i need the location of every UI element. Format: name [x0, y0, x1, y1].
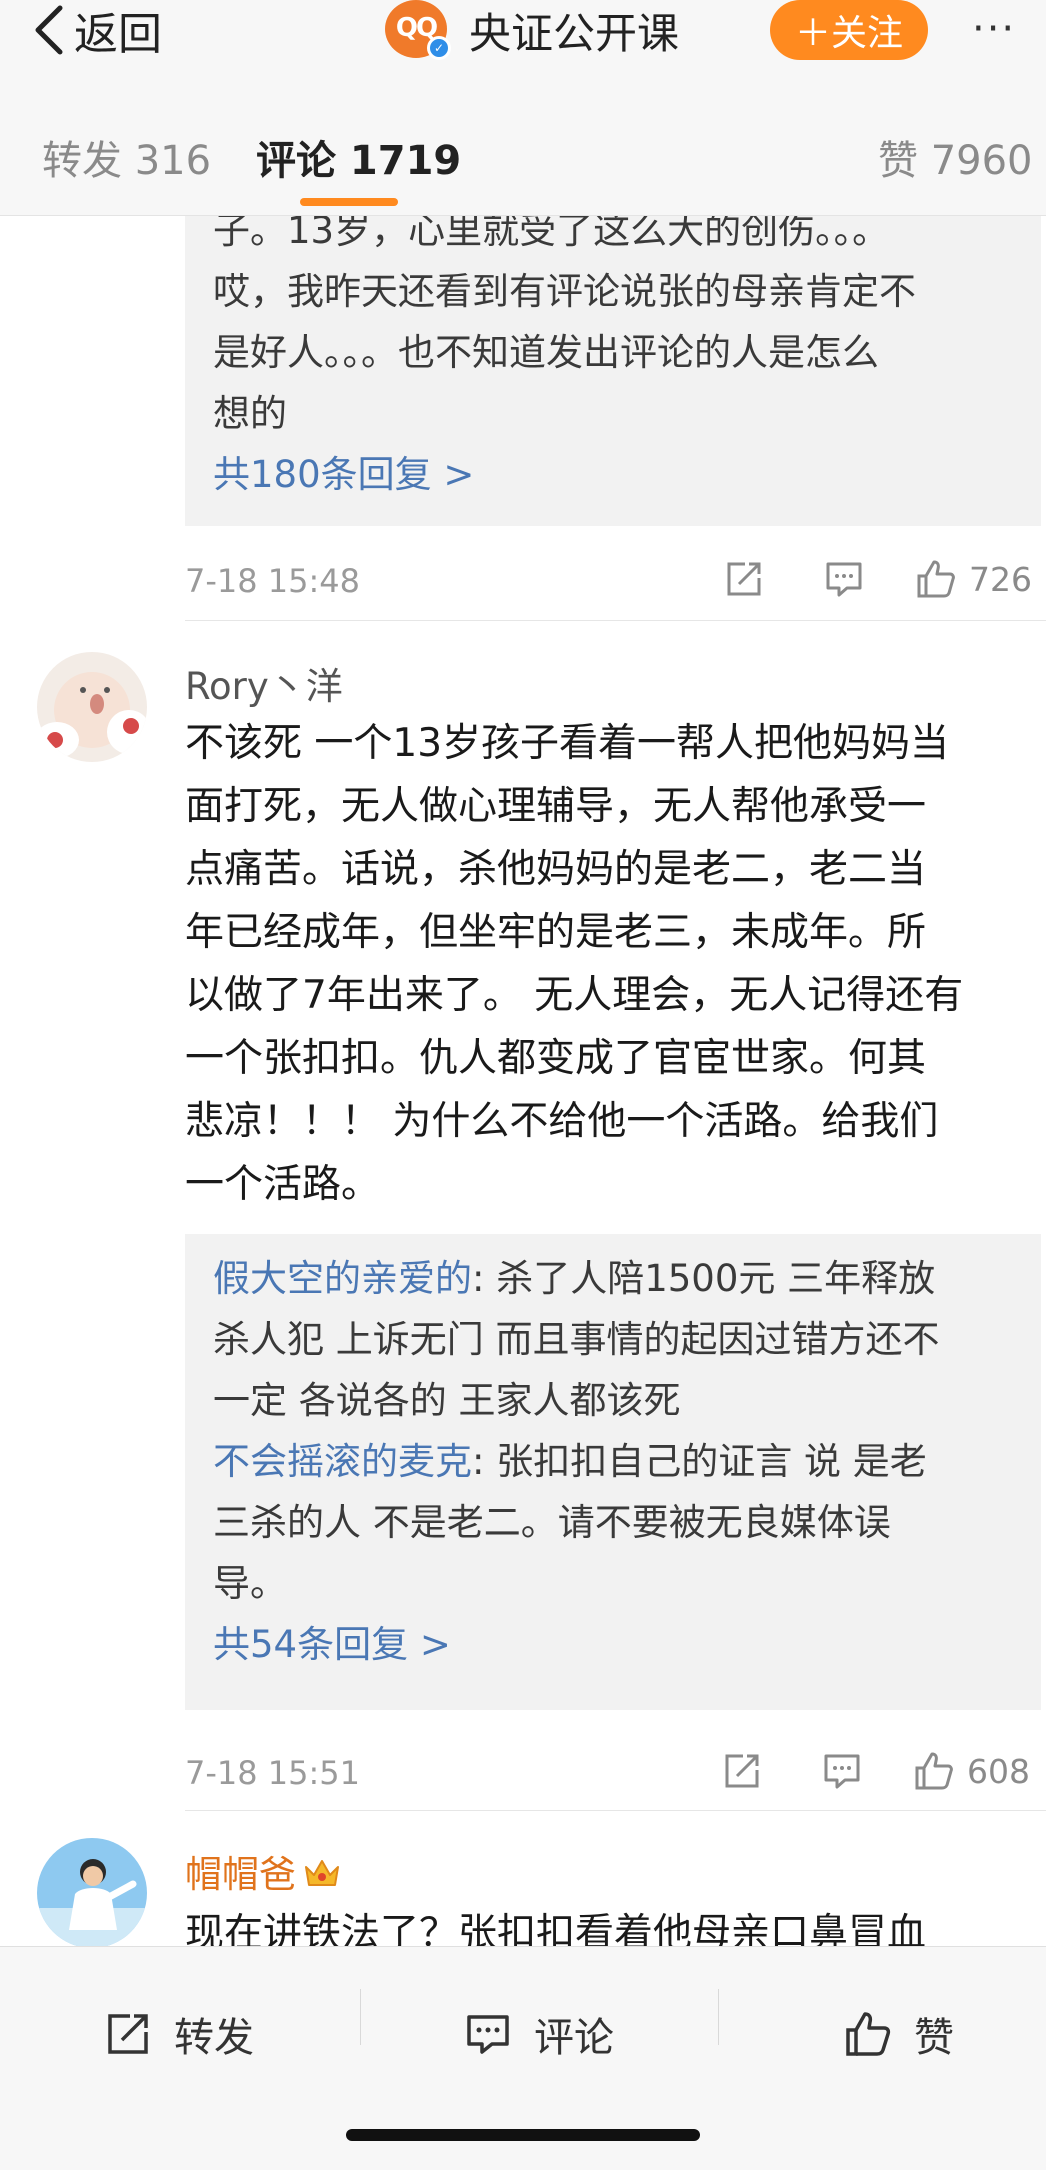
reply-text: 导。	[213, 1562, 287, 1605]
share-button[interactable]	[723, 558, 765, 600]
comment-line: 不该死 一个13岁孩子看着一帮人把他妈妈当	[185, 721, 950, 766]
comment-time: 7-18 15:48	[185, 562, 361, 600]
verified-badge-icon: ✓	[427, 36, 451, 60]
comment-icon	[824, 1754, 860, 1789]
avatar[interactable]	[37, 1838, 147, 1946]
divider	[360, 1989, 361, 2045]
comment-button[interactable]	[823, 558, 865, 600]
reply-text: 哎，我昨天还看到有评论说张的母亲肯定不	[213, 270, 916, 313]
vip-username[interactable]: 帽帽爸	[185, 1853, 296, 1896]
comment-label: 评论	[534, 2015, 614, 2061]
account-avatar: QQ ✓	[385, 0, 451, 60]
chevron-left-icon	[35, 5, 63, 55]
thumbs-up-icon	[917, 560, 955, 598]
back-label: 返回	[74, 9, 162, 60]
tab-repost[interactable]: 转发 316	[42, 128, 211, 186]
more-options-icon[interactable]: ···	[972, 6, 1016, 52]
comment-button[interactable]: 评论	[464, 2009, 614, 2061]
follow-button[interactable]: ＋关注	[770, 0, 928, 60]
share-button[interactable]	[721, 1750, 763, 1792]
divider	[718, 1989, 719, 2045]
reply-text: 一定 各说各的 王家人都该死	[213, 1379, 681, 1422]
comment-username[interactable]: Rory丶洋	[185, 656, 343, 710]
thumbs-up-icon	[915, 1752, 953, 1790]
tab-bar: 转发 316 评论 1719 赞 7960	[0, 92, 1046, 216]
share-icon	[727, 562, 761, 596]
crown-icon	[305, 1860, 339, 1886]
tab-comments[interactable]: 评论 1719	[256, 128, 461, 186]
like-button[interactable]: 赞	[844, 2009, 954, 2061]
reply-item: 不会摇滚的麦克: 张扣扣自己的证言 说 是老	[213, 1431, 1013, 1492]
share-icon	[725, 1754, 759, 1788]
reply-text: 杀人犯 上诉无门 而且事情的起因过错方还不	[213, 1318, 940, 1361]
home-indicator	[346, 2129, 700, 2141]
view-replies-link[interactable]: 共180条回复 >	[213, 444, 1013, 505]
account-name: 央证公开课	[469, 8, 680, 58]
comment-button[interactable]	[821, 1750, 863, 1792]
comment-time: 7-18 15:51	[185, 1754, 361, 1792]
reply-text: : 杀了人陪1500元 三年释放	[472, 1257, 936, 1300]
avatar[interactable]	[37, 652, 147, 762]
like-label: 赞	[914, 2015, 954, 2061]
comment-line: 一个活路。	[185, 1162, 381, 1207]
reply-username[interactable]: 不会摇滚的麦克	[213, 1440, 472, 1483]
comment-text: 不该死 一个13岁孩子看着一帮人把他妈妈当 面打死，无人做心理辅导，无人帮他承受…	[185, 712, 1046, 1216]
comment-line: 以做了7年出来了。 无人理会，无人记得还有	[185, 973, 964, 1018]
comment-line: 一个张扣扣。仇人都变成了官宦世家。何其	[185, 1036, 927, 1081]
comment-icon	[826, 562, 862, 597]
reply-preview-box[interactable]: 子。13岁，心里就受了这么大的创伤。。。 哎，我昨天还看到有评论说张的母亲肯定不…	[185, 216, 1041, 526]
reply-item: 假大空的亲爱的: 杀了人陪1500元 三年释放	[213, 1248, 1013, 1309]
comment-line: 年已经成年，但坐牢的是老三，未成年。所	[185, 910, 927, 955]
tab-likes[interactable]: 赞 7960	[878, 128, 1033, 186]
back-button[interactable]: 返回	[30, 4, 162, 60]
like-count: 726	[969, 559, 1032, 599]
reply-text: 想的	[213, 392, 287, 435]
comment-meta: 7-18 15:51 608	[185, 1744, 1041, 1804]
like-count: 608	[967, 1751, 1030, 1791]
reply-text: : 张扣扣自己的证言 说 是老	[472, 1440, 927, 1483]
repost-label: 转发	[174, 2015, 254, 2061]
avatar-image	[37, 1838, 147, 1946]
reply-text: 是好人。。。也不知道发出评论的人是怎么	[213, 331, 879, 374]
like-button[interactable]: 608	[913, 1750, 1030, 1792]
comment-icon	[467, 2015, 509, 2054]
comment-line: 现在讲铁法了？张扣扣看着他母亲口鼻冒血	[185, 1911, 927, 1946]
comment-text: 现在讲铁法了？张扣扣看着他母亲口鼻冒血	[185, 1902, 1046, 1946]
reply-preview-box[interactable]: 假大空的亲爱的: 杀了人陪1500元 三年释放 杀人犯 上诉无门 而且事情的起因…	[185, 1234, 1041, 1710]
thumbs-up-icon	[846, 2012, 891, 2056]
comment-line: 点痛苦。话说，杀他妈妈的是老二，老二当	[185, 847, 927, 892]
view-replies-link[interactable]: 共54条回复 >	[213, 1614, 1013, 1675]
divider	[185, 620, 1046, 621]
comment-meta: 7-18 15:48 726	[185, 552, 1041, 612]
reply-text: 三杀的人 不是老二。请不要被无良媒体误	[213, 1501, 891, 1544]
top-navbar: 返回 QQ ✓ 央证公开课 ＋关注 ···	[0, 0, 1046, 92]
like-button[interactable]: 726	[915, 558, 1032, 600]
share-icon	[108, 2014, 148, 2054]
divider	[185, 1810, 1046, 1811]
active-tab-indicator	[300, 198, 398, 206]
avatar-image	[37, 652, 147, 762]
account-header[interactable]: QQ ✓ 央证公开课	[385, 0, 679, 60]
comment-line: 面打死，无人做心理辅导，无人帮他承受一	[185, 784, 927, 829]
comments-list: 子。13岁，心里就受了这么大的创伤。。。 哎，我昨天还看到有评论说张的母亲肯定不…	[0, 216, 1046, 1946]
reply-text: 子。13岁，心里就受了这么大的创伤。。。	[213, 216, 890, 252]
comment-line: 悲凉！！！ 为什么不给他一个活路。给我们	[185, 1099, 939, 1144]
repost-button[interactable]: 转发	[104, 2009, 254, 2061]
comment-username[interactable]: 帽帽爸	[185, 1844, 342, 1898]
reply-username[interactable]: 假大空的亲爱的	[213, 1257, 472, 1300]
